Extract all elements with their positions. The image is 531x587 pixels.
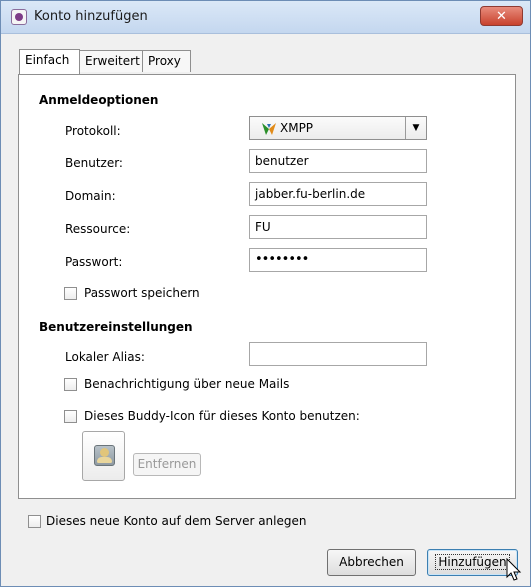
tab-einfach[interactable]: Einfach — [19, 49, 80, 74]
mail-notification-label: Benachrichtigung über neue Mails — [84, 377, 290, 391]
user-label: Benutzer: — [65, 156, 123, 170]
mouse-cursor-icon — [506, 558, 522, 581]
buddy-icon-checkbox[interactable] — [64, 410, 77, 423]
remember-password-checkbox[interactable] — [64, 287, 77, 300]
tab-panel-einfach: Anmeldeoptionen Protokoll: XMPP ▼ Benutz… — [18, 74, 516, 499]
password-label: Passwort: — [65, 255, 123, 269]
close-button[interactable]: ✕ — [480, 6, 523, 26]
cancel-button[interactable]: Abbrechen — [327, 549, 416, 576]
protocol-value: XMPP — [280, 121, 314, 135]
protocol-label: Protokoll: — [65, 124, 121, 138]
add-button-label: Hinzufügen — [435, 554, 510, 570]
pidgin-app-icon — [11, 9, 27, 25]
tab-erweitert[interactable]: Erweitert — [79, 50, 143, 72]
remove-icon-button[interactable]: Entfernen — [133, 453, 201, 476]
alias-label: Lokaler Alias: — [65, 350, 145, 364]
chevron-down-icon[interactable]: ▼ — [405, 117, 426, 139]
mail-notification-checkbox[interactable] — [64, 378, 77, 391]
tab-proxy[interactable]: Proxy — [142, 50, 191, 72]
create-on-server-label: Dieses neue Konto auf dem Server anlegen — [46, 514, 307, 528]
avatar-placeholder-icon — [94, 445, 115, 466]
domain-label: Domain: — [65, 189, 116, 203]
password-input[interactable]: •••••••• — [249, 248, 427, 272]
create-on-server-checkbox[interactable] — [28, 515, 41, 528]
protocol-select[interactable]: XMPP ▼ — [249, 116, 427, 140]
buddy-icon-label: Dieses Buddy-Icon für dieses Konto benut… — [84, 409, 360, 423]
user-settings-heading: Benutzereinstellungen — [39, 320, 193, 334]
xmpp-icon — [262, 123, 276, 135]
window-title: Konto hinzufügen — [34, 9, 148, 24]
add-account-dialog: Konto hinzufügen ✕ Einfach Erweitert Pro… — [0, 0, 531, 587]
alias-input[interactable] — [249, 342, 427, 366]
title-bar: Konto hinzufügen ✕ — [1, 1, 530, 34]
buddy-icon-button[interactable] — [82, 431, 125, 481]
resource-label: Ressource: — [65, 222, 131, 236]
user-input[interactable]: benutzer — [249, 149, 427, 173]
domain-input[interactable]: jabber.fu-berlin.de — [249, 182, 427, 206]
remember-password-label: Passwort speichern — [84, 286, 200, 300]
login-options-heading: Anmeldeoptionen — [39, 93, 159, 107]
resource-input[interactable]: FU — [249, 215, 427, 239]
